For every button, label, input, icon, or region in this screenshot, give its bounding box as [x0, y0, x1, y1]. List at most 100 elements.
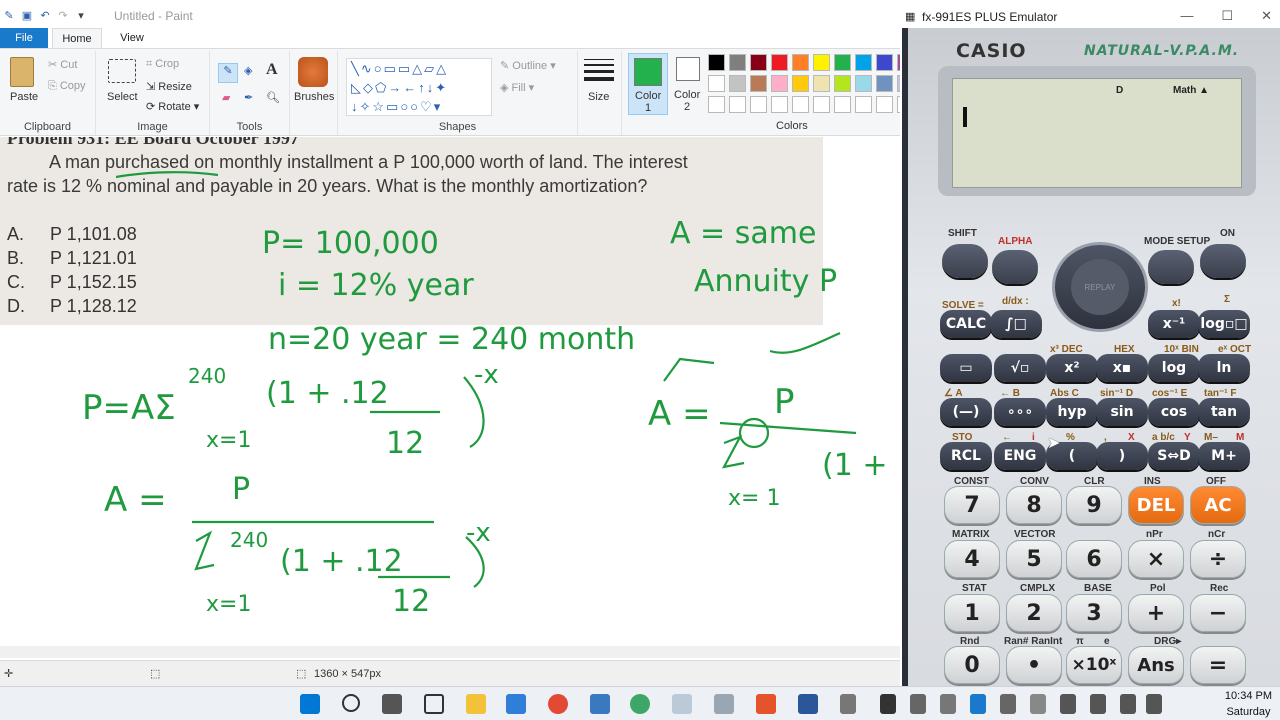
cloud-icon[interactable]: [1030, 694, 1046, 714]
tab-view[interactable]: View: [110, 28, 154, 48]
ans-key[interactable]: Ans: [1128, 646, 1184, 684]
battery-icon[interactable]: [1146, 694, 1162, 714]
network-icon[interactable]: [1000, 694, 1016, 714]
key-0[interactable]: 0: [944, 646, 1000, 684]
palette-swatch[interactable]: [876, 96, 893, 113]
hyp-key[interactable]: hyp: [1046, 398, 1098, 426]
dms-key[interactable]: ∘∘∘: [994, 398, 1046, 426]
eraser-icon[interactable]: ▰: [222, 91, 230, 104]
paste-button[interactable]: Paste: [10, 91, 38, 103]
brushes-button[interactable]: Brushes: [294, 91, 334, 103]
size-button[interactable]: Size: [588, 91, 609, 103]
palette-swatch[interactable]: [708, 96, 725, 113]
save-icon[interactable]: ▣: [20, 9, 34, 23]
ac-key[interactable]: AC: [1190, 486, 1246, 524]
cos-key[interactable]: cos: [1148, 398, 1200, 426]
tray-icon-2[interactable]: [880, 694, 896, 714]
key-3[interactable]: 3: [1066, 594, 1122, 632]
alpha-key[interactable]: [992, 250, 1038, 284]
close-icon[interactable]: ✕: [1261, 8, 1272, 24]
replay-dpad[interactable]: REPLAY: [1052, 242, 1148, 332]
sin-key[interactable]: sin: [1096, 398, 1148, 426]
palette-swatch[interactable]: [813, 54, 830, 71]
customize-qat-icon[interactable]: ▾: [74, 9, 88, 23]
horizontal-scrollbar[interactable]: [0, 646, 900, 658]
rcl-key[interactable]: RCL: [940, 442, 992, 470]
system-clock[interactable]: 10:34 PM Saturday: [1225, 688, 1272, 720]
redo-icon[interactable]: ↷: [56, 9, 70, 23]
fill-icon[interactable]: ◈: [244, 64, 252, 77]
palette-swatch[interactable]: [771, 54, 788, 71]
shift-key[interactable]: [942, 244, 988, 278]
s-to-d-key[interactable]: S⇔D: [1148, 442, 1200, 470]
palette-swatch[interactable]: [813, 75, 830, 92]
palette-swatch[interactable]: [729, 96, 746, 113]
palette-swatch[interactable]: [771, 75, 788, 92]
select-button[interactable]: Select: [107, 91, 138, 103]
text-icon[interactable]: A: [266, 61, 278, 79]
mode-key[interactable]: [1148, 250, 1194, 284]
rotate-button[interactable]: ⟳ Rotate ▾: [146, 100, 199, 113]
color-picker-icon[interactable]: ✒: [244, 91, 253, 104]
brave-icon[interactable]: [756, 694, 776, 714]
palette-swatch[interactable]: [708, 75, 725, 92]
outline-button[interactable]: ✎ Outline ▾: [500, 59, 556, 72]
palette-swatch[interactable]: [708, 54, 725, 71]
pencil-icon[interactable]: ✎: [218, 63, 238, 83]
maximize-icon[interactable]: ☐: [1221, 8, 1233, 24]
app-icon[interactable]: [672, 694, 692, 714]
palette-swatch[interactable]: [834, 54, 851, 71]
multiply-key[interactable]: ×: [1128, 540, 1184, 578]
palette-swatch[interactable]: [729, 75, 746, 92]
color1-button[interactable]: Color 1: [628, 53, 668, 115]
key-1[interactable]: 1: [944, 594, 1000, 632]
store-icon[interactable]: [506, 694, 526, 714]
undo-icon[interactable]: ↶: [38, 9, 52, 23]
palette-swatch[interactable]: [792, 75, 809, 92]
palette-swatch[interactable]: [813, 96, 830, 113]
key-5[interactable]: 5: [1006, 540, 1062, 578]
color2-swatch[interactable]: [676, 57, 700, 81]
file-explorer-icon[interactable]: [466, 694, 486, 714]
palette-swatch[interactable]: [729, 54, 746, 71]
copy-button[interactable]: ⎘ Copy: [48, 80, 86, 93]
volume-icon[interactable]: [1120, 694, 1136, 714]
key-4[interactable]: 4: [944, 540, 1000, 578]
tab-home[interactable]: Home: [52, 28, 102, 48]
key-8[interactable]: 8: [1006, 486, 1062, 524]
size-group[interactable]: Size: [578, 51, 622, 135]
integral-key[interactable]: ∫□: [990, 310, 1042, 338]
palette-swatch[interactable]: [750, 54, 767, 71]
calc-key[interactable]: CALC: [940, 310, 992, 338]
palette-swatch[interactable]: [834, 75, 851, 92]
edge-icon[interactable]: [630, 694, 650, 714]
eng-key[interactable]: ENG: [994, 442, 1046, 470]
log-base-key[interactable]: log▫□: [1198, 310, 1250, 338]
palette-swatch[interactable]: [792, 96, 809, 113]
palette-swatch[interactable]: [750, 96, 767, 113]
magnifier-icon[interactable]: 🔍︎: [266, 91, 280, 104]
tan-key[interactable]: tan: [1198, 398, 1250, 426]
x-inverse-key[interactable]: x⁻¹: [1148, 310, 1200, 338]
fill-button[interactable]: ◈ Fill ▾: [500, 81, 534, 94]
divide-key[interactable]: ÷: [1190, 540, 1246, 578]
fraction-key[interactable]: ▭: [940, 354, 992, 382]
palette-swatch[interactable]: [750, 75, 767, 92]
paint-canvas[interactable]: Problem 931: EE Board October 1997 A man…: [0, 137, 900, 645]
decimal-key[interactable]: •: [1006, 646, 1062, 684]
palette-swatch[interactable]: [876, 75, 893, 92]
exp-key[interactable]: ×10ˣ: [1066, 646, 1122, 684]
close-paren-key[interactable]: ): [1096, 442, 1148, 470]
key-7[interactable]: 7: [944, 486, 1000, 524]
del-key[interactable]: DEL: [1128, 486, 1184, 524]
tab-file[interactable]: File: [0, 28, 48, 48]
crop-button[interactable]: ⌗ Crop: [146, 58, 179, 71]
wifi-icon[interactable]: [1090, 694, 1106, 714]
paint-taskbar-icon[interactable]: [714, 694, 734, 714]
tray-icon-5[interactable]: [970, 694, 986, 714]
ln-key[interactable]: ln: [1198, 354, 1250, 382]
key-9[interactable]: 9: [1066, 486, 1122, 524]
start-icon[interactable]: [300, 694, 320, 714]
word-icon[interactable]: [798, 694, 818, 714]
negative-key[interactable]: (—): [940, 398, 992, 426]
